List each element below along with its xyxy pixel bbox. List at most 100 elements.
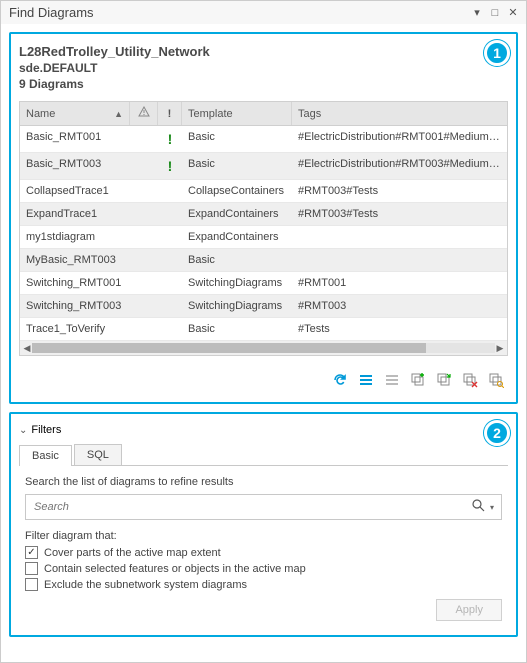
consistency-icon: ! <box>168 108 172 120</box>
open-diagrams-button[interactable] <box>434 370 454 390</box>
filter-diagram-label: Filter diagram that: <box>25 530 502 542</box>
column-header-warning[interactable] <box>130 102 158 125</box>
table-row[interactable]: Trace1_ToVerify Basic#Tests <box>20 318 507 341</box>
diagram-count: 9 Diagrams <box>19 77 508 91</box>
cell-consistency <box>158 249 182 271</box>
cell-warning <box>130 249 158 271</box>
table-row[interactable]: ExpandTrace1ExpandContainers#RMT003#Test… <box>20 203 507 226</box>
search-input[interactable] <box>30 497 469 517</box>
checkbox-extent[interactable]: ✓ <box>25 546 38 559</box>
cell-warning <box>130 318 158 340</box>
scroll-right-icon[interactable]: ▶ <box>495 343 505 354</box>
cell-warning <box>130 272 158 294</box>
checkbox-selected-label: Contain selected features or objects in … <box>44 563 306 575</box>
cell-template: Basic <box>182 318 292 340</box>
cell-warning <box>130 226 158 248</box>
network-name: L28RedTrolley_Utility_Network <box>19 44 508 59</box>
maximize-icon[interactable]: □ <box>488 6 502 20</box>
cell-consistency <box>158 272 182 294</box>
grid-body: Basic_RMT001!Basic#ElectricDistribution#… <box>20 126 507 341</box>
callout-badge-1: 1 <box>484 40 510 66</box>
basic-tab-panel: Search the list of diagrams to refine re… <box>19 466 508 627</box>
cell-tags: #RMT003#Tests <box>292 203 507 225</box>
cell-name: Switching_RMT003 <box>20 295 130 317</box>
tab-basic[interactable]: Basic <box>19 445 72 466</box>
scroll-left-icon[interactable]: ◀ <box>22 343 32 354</box>
cell-name: MyBasic_RMT003 <box>20 249 130 271</box>
search-dropdown-icon[interactable]: ▾ <box>487 503 497 512</box>
cell-name: CollapsedTrace1 <box>20 180 130 202</box>
column-header-name-label: Name <box>26 108 55 120</box>
find-diagrams-pane: Find Diagrams ▾ □ ✕ 1 L28RedTrolley_Util… <box>0 0 527 663</box>
checkbox-exclude[interactable] <box>25 578 38 591</box>
content-area: 1 L28RedTrolley_Utility_Network sde.DEFA… <box>1 24 526 662</box>
column-header-consistency[interactable]: ! <box>158 102 182 125</box>
diagram-grid: Name ▲ ! Template Tags <box>19 101 508 356</box>
chevron-down-icon: ⌄ <box>19 425 27 436</box>
table-row[interactable]: my1stdiagram ExpandContainers <box>20 226 507 249</box>
cell-template: ExpandContainers <box>182 203 292 225</box>
cell-consistency <box>158 226 182 248</box>
window-title: Find Diagrams <box>9 5 466 20</box>
cell-tags: #ElectricDistribution#RMT001#Medium Volt… <box>292 126 507 152</box>
sort-asc-icon: ▲ <box>114 109 123 119</box>
checkbox-row-exclude[interactable]: Exclude the subnetwork system diagrams <box>25 578 502 591</box>
search-box: ▾ <box>25 494 502 520</box>
zoom-diagrams-button[interactable] <box>486 370 506 390</box>
horizontal-scrollbar[interactable]: ◀ ▶ <box>20 341 507 355</box>
search-icon[interactable] <box>469 499 487 515</box>
cell-tags <box>292 249 507 271</box>
checkbox-row-extent[interactable]: ✓ Cover parts of the active map extent <box>25 546 502 559</box>
cell-consistency <box>158 295 182 317</box>
cell-template: Basic <box>182 153 292 179</box>
table-row[interactable]: Switching_RMT003SwitchingDiagrams#RMT003 <box>20 295 507 318</box>
cell-template: Basic <box>182 249 292 271</box>
cell-warning <box>130 295 158 317</box>
cell-consistency <box>158 318 182 340</box>
delete-diagrams-button[interactable] <box>460 370 480 390</box>
cell-tags <box>292 226 507 248</box>
table-row[interactable]: Switching_RMT001SwitchingDiagrams#RMT001 <box>20 272 507 295</box>
cell-template: SwitchingDiagrams <box>182 272 292 294</box>
search-label: Search the list of diagrams to refine re… <box>25 476 502 488</box>
filters-pane: 2 ⌄ Filters Basic SQL Search the list of… <box>9 412 518 637</box>
cell-warning <box>130 180 158 202</box>
add-diagrams-button[interactable] <box>408 370 428 390</box>
filter-tabs: Basic SQL <box>19 444 508 466</box>
cell-template: Basic <box>182 126 292 152</box>
close-icon[interactable]: ✕ <box>506 6 520 20</box>
dropdown-icon[interactable]: ▾ <box>470 6 484 20</box>
table-row[interactable]: Basic_RMT001!Basic#ElectricDistribution#… <box>20 126 507 153</box>
cell-name: my1stdiagram <box>20 226 130 248</box>
table-row[interactable]: MyBasic_RMT003 Basic <box>20 249 507 272</box>
scroll-thumb[interactable] <box>32 343 426 353</box>
column-header-name[interactable]: Name ▲ <box>20 102 130 125</box>
warning-icon <box>138 106 150 121</box>
cell-tags: #ElectricDistribution#RMT003#Medium Volt… <box>292 153 507 179</box>
cell-tags: #Tests <box>292 318 507 340</box>
apply-button[interactable]: Apply <box>436 599 502 621</box>
table-row[interactable]: Basic_RMT003!Basic#ElectricDistribution#… <box>20 153 507 180</box>
column-header-template[interactable]: Template <box>182 102 292 125</box>
cell-tags: #RMT003#Tests <box>292 180 507 202</box>
tab-sql[interactable]: SQL <box>74 444 122 465</box>
select-all-button[interactable] <box>356 370 376 390</box>
checkbox-row-selected[interactable]: Contain selected features or objects in … <box>25 562 502 575</box>
scroll-track[interactable] <box>32 343 495 353</box>
cell-tags: #RMT001 <box>292 272 507 294</box>
version-name: sde.DEFAULT <box>19 61 508 75</box>
table-row[interactable]: CollapsedTrace1CollapseContainers#RMT003… <box>20 180 507 203</box>
cell-tags: #RMT003 <box>292 295 507 317</box>
titlebar: Find Diagrams ▾ □ ✕ <box>1 1 526 24</box>
refresh-button[interactable] <box>330 370 350 390</box>
cell-consistency <box>158 180 182 202</box>
cell-name: Basic_RMT003 <box>20 153 130 179</box>
filters-header[interactable]: ⌄ Filters <box>19 422 508 442</box>
clear-selection-button[interactable] <box>382 370 402 390</box>
cell-name: Trace1_ToVerify <box>20 318 130 340</box>
column-header-tags[interactable]: Tags <box>292 102 507 125</box>
cell-consistency: ! <box>158 126 182 152</box>
checkbox-selected[interactable] <box>25 562 38 575</box>
cell-warning <box>130 203 158 225</box>
cell-template: ExpandContainers <box>182 226 292 248</box>
